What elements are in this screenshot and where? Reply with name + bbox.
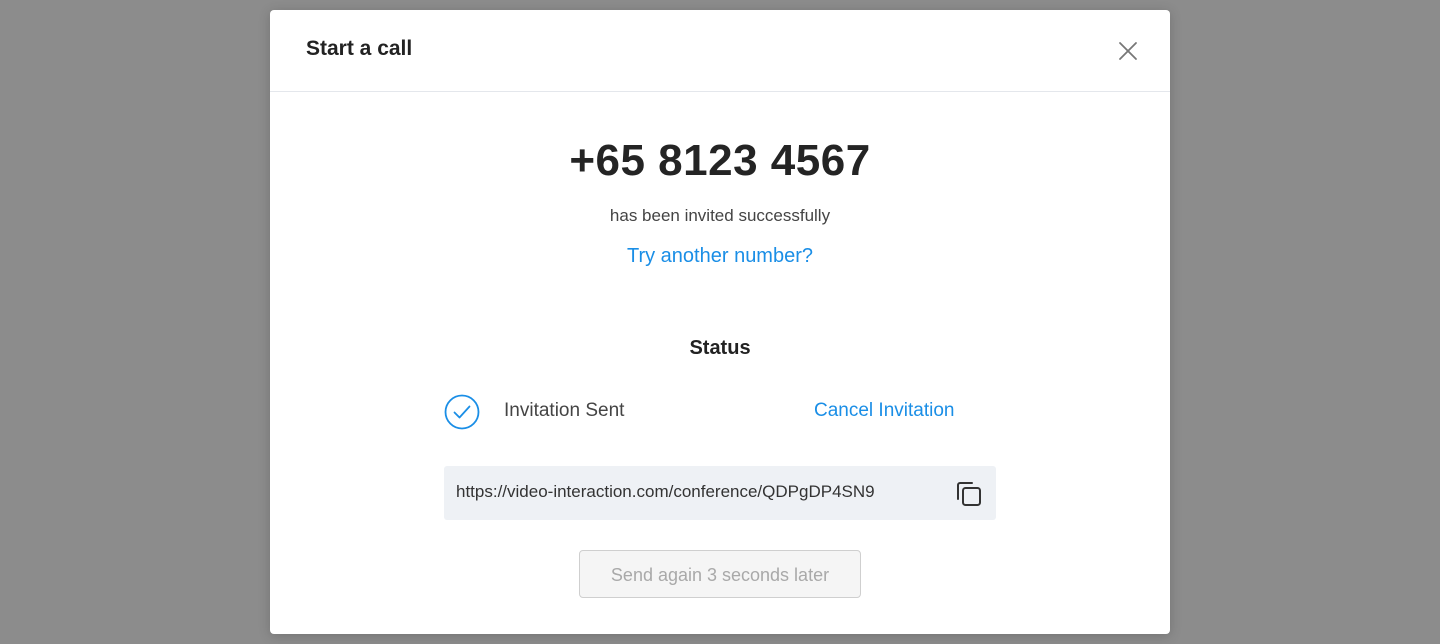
close-button[interactable]	[1118, 41, 1138, 61]
dialog-header: Start a call	[270, 10, 1170, 92]
conference-link-box: https://video-interaction.com/conference…	[444, 466, 996, 520]
start-call-dialog: Start a call +65 8123 4567 has been invi…	[270, 10, 1170, 634]
status-heading: Status	[689, 337, 751, 359]
try-another-number-link[interactable]: Try another number?	[270, 245, 1170, 268]
invited-phone-number: +65 8123 4567	[569, 136, 871, 185]
invite-success-message: has been invited successfully	[609, 206, 831, 225]
copy-icon	[957, 482, 981, 506]
check-circle-icon	[444, 394, 480, 430]
invitation-status-label: Invitation Sent	[504, 400, 625, 421]
cancel-invitation-link[interactable]: Cancel Invitation	[814, 400, 954, 422]
conference-url[interactable]: https://video-interaction.com/conference…	[456, 482, 875, 502]
close-icon	[1119, 42, 1137, 60]
copy-link-button[interactable]	[954, 479, 984, 509]
dialog-title: Start a call	[306, 37, 413, 60]
send-again-button[interactable]: Send again 3 seconds later	[579, 550, 861, 598]
